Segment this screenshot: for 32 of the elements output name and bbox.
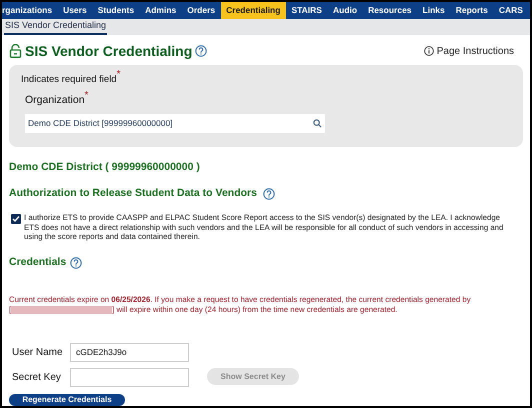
nav-tab[interactable]: Admins <box>140 2 182 20</box>
nav-tab[interactable]: Students <box>92 2 140 20</box>
nav-tab[interactable]: Resources <box>362 2 418 20</box>
nav-tab[interactable]: rganizations <box>2 2 58 20</box>
user-name-field[interactable]: cGDE2h3J9o <box>70 342 189 362</box>
authorization-heading: Authorization to Release Student Data to Vendors <box>9 186 257 201</box>
organization-heading: Demo CDE District ( 99999960000000 ) <box>9 160 201 175</box>
nav-tab[interactable]: Users <box>58 2 92 20</box>
checkmark-icon <box>12 215 20 224</box>
nav-tab[interactable]: CARS <box>493 2 528 20</box>
sub-nav-tab[interactable]: SIS Vendor Credentialing <box>4 19 108 35</box>
nav-tab[interactable]: STAIRS <box>286 2 328 20</box>
credentials-heading: Credentials <box>9 254 66 270</box>
help-icon[interactable] <box>70 256 82 269</box>
secret-key-label: Secret Key <box>12 370 62 385</box>
nav-tab[interactable]: Credentialing <box>220 2 286 20</box>
authorization-checkbox[interactable] <box>11 214 21 224</box>
padlock-icon <box>9 44 22 58</box>
page-title: SIS Vendor Credentialing <box>25 42 192 61</box>
info-icon <box>424 46 434 56</box>
nav-tab[interactable]: Reports <box>450 2 494 20</box>
regenerate-credentials-button[interactable]: Regenerate Credentials <box>9 394 125 406</box>
nav-tab[interactable]: Audio <box>327 2 363 20</box>
help-icon[interactable] <box>195 45 208 58</box>
page-instructions-link[interactable]: Page Instructions <box>424 44 514 59</box>
nav-tab[interactable]: Orders <box>182 2 221 20</box>
user-name-label: User Name <box>12 346 64 360</box>
help-icon[interactable] <box>262 188 275 200</box>
nav-tab[interactable]: Links <box>417 2 450 20</box>
secret-key-field[interactable] <box>70 368 189 387</box>
search-icon[interactable] <box>313 118 322 128</box>
organization-search-field[interactable]: Demo CDE District [99999960000000] <box>25 114 325 133</box>
